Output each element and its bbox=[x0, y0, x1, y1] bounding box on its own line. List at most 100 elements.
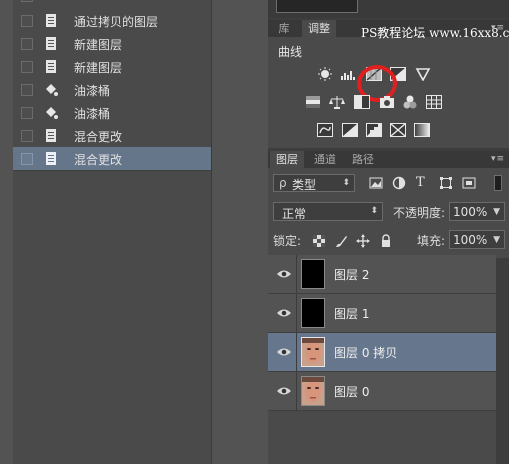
history-item-label: 通过拷贝的图层 bbox=[74, 15, 159, 29]
navigator-thumbnail[interactable] bbox=[276, 0, 358, 13]
divider bbox=[296, 255, 297, 293]
tab-channels[interactable]: 通道 bbox=[308, 151, 342, 168]
layer-row-selected[interactable]: 图层 0 拷贝 bbox=[268, 333, 496, 372]
history-snapshot-checkbox[interactable] bbox=[21, 84, 33, 96]
right-dock: 库 调整 PS教程论坛 www.16xx8.com ▾≡ 曲线 bbox=[268, 0, 509, 464]
search-icon: ρ bbox=[279, 176, 287, 190]
invert-icon[interactable] bbox=[317, 123, 333, 137]
layer-name: 图层 0 bbox=[334, 385, 370, 399]
layer-row[interactable]: 图层 0 bbox=[268, 372, 496, 411]
history-snapshot-checkbox[interactable] bbox=[21, 107, 33, 119]
gradient-map-icon[interactable] bbox=[414, 123, 430, 137]
lock-transparent-pixels-icon[interactable] bbox=[312, 234, 326, 248]
posterize-icon[interactable] bbox=[342, 123, 358, 137]
filter-toggle-switch[interactable] bbox=[494, 175, 502, 191]
history-snapshot-checkbox[interactable] bbox=[21, 130, 33, 142]
left-gutter bbox=[0, 0, 13, 464]
history-item[interactable]: 新建图层 bbox=[13, 55, 211, 79]
shape-filter-icon[interactable] bbox=[439, 176, 453, 190]
adjustment-filter-icon[interactable] bbox=[392, 176, 406, 190]
color-lookup-icon[interactable] bbox=[426, 95, 442, 109]
opacity-value: 100% bbox=[453, 205, 488, 219]
history-item[interactable]: 通过拷贝的图层 bbox=[13, 9, 211, 33]
layers-panel: 图层 通道 路径 ▾≡ ρ 类型 ⬍ T 正常 ⬍ 不透明度: 100% ▼ 锁… bbox=[268, 151, 509, 464]
history-item-label: 油漆桶 bbox=[74, 84, 111, 98]
watermark-text: PS教程论坛 www.16xx8.com bbox=[361, 26, 509, 40]
photo-filter-icon[interactable] bbox=[379, 95, 395, 109]
levels-icon[interactable] bbox=[340, 67, 356, 81]
fill-label: 填充: bbox=[417, 234, 446, 248]
layer-thumbnail bbox=[301, 259, 325, 289]
paint-bucket-icon bbox=[44, 82, 58, 97]
chevron-updown-icon: ⬍ bbox=[370, 206, 378, 216]
blend-mode-value: 正常 bbox=[282, 207, 307, 221]
chevron-down-icon: ▼ bbox=[493, 235, 500, 245]
adjustments-tabbar: 库 调整 PS教程论坛 www.16xx8.com ▾≡ bbox=[268, 20, 509, 40]
hue-saturation-icon[interactable] bbox=[305, 95, 321, 109]
history-snapshot-checkbox[interactable] bbox=[21, 38, 33, 50]
workspace-gap bbox=[212, 0, 268, 464]
tab-layers[interactable]: 图层 bbox=[270, 151, 304, 168]
divider bbox=[296, 372, 297, 410]
history-item[interactable]: 油漆桶 bbox=[13, 101, 211, 125]
history-item-label: 混合更改 bbox=[74, 153, 123, 167]
eye-icon[interactable] bbox=[276, 268, 292, 280]
layer-name: 图层 2 bbox=[334, 268, 370, 282]
pixel-filter-icon[interactable] bbox=[369, 176, 383, 190]
history-snapshot-checkbox[interactable] bbox=[21, 0, 33, 2]
eye-icon[interactable] bbox=[276, 385, 292, 397]
layer-thumbnail-face bbox=[301, 337, 325, 367]
layer-filter-select[interactable]: ρ 类型 ⬍ bbox=[273, 174, 355, 192]
history-item-label: 混合更改 bbox=[74, 130, 123, 144]
eye-icon[interactable] bbox=[276, 346, 292, 358]
history-snapshot-checkbox[interactable] bbox=[21, 153, 33, 165]
history-item-selected[interactable]: 混合更改 bbox=[13, 147, 211, 171]
document-icon bbox=[44, 59, 58, 74]
brightness-contrast-icon[interactable] bbox=[317, 67, 333, 81]
eye-icon[interactable] bbox=[276, 307, 292, 319]
history-snapshot-checkbox[interactable] bbox=[21, 15, 33, 27]
fill-field[interactable]: 100% ▼ bbox=[449, 230, 505, 249]
history-panel: 通过拷贝的图层 新建图层 新建图层 油漆桶 油漆桶 混合更改 混合更改 bbox=[13, 0, 212, 464]
color-balance-icon[interactable] bbox=[329, 95, 345, 109]
document-icon bbox=[44, 151, 58, 166]
adjustments-panel: 库 调整 PS教程论坛 www.16xx8.com ▾≡ 曲线 bbox=[268, 20, 509, 148]
divider bbox=[296, 333, 297, 371]
history-item[interactable]: 新建图层 bbox=[13, 32, 211, 56]
type-filter-icon[interactable]: T bbox=[416, 175, 430, 190]
lock-image-pixels-icon[interactable] bbox=[334, 234, 348, 248]
history-snapshot-checkbox[interactable] bbox=[21, 61, 33, 73]
panel-menu-icon[interactable]: ▾≡ bbox=[491, 154, 505, 164]
tab-adjustments[interactable]: 调整 bbox=[302, 20, 336, 37]
tab-paths[interactable]: 路径 bbox=[346, 151, 380, 168]
layer-row[interactable]: 图层 2 bbox=[268, 255, 496, 294]
layers-scrollbar[interactable] bbox=[496, 258, 509, 464]
paint-bucket-icon bbox=[44, 105, 58, 120]
lock-all-icon[interactable] bbox=[379, 234, 393, 248]
tab-library[interactable]: 库 bbox=[270, 20, 298, 37]
layers-tabbar: 图层 通道 路径 ▾≡ bbox=[268, 151, 509, 168]
black-white-icon[interactable] bbox=[354, 95, 370, 109]
smart-object-filter-icon[interactable] bbox=[462, 176, 476, 190]
layer-thumbnail-face bbox=[301, 376, 325, 406]
layer-name: 图层 0 拷贝 bbox=[334, 346, 398, 360]
blend-mode-select[interactable]: 正常 ⬍ bbox=[273, 202, 383, 221]
panel-menu-icon[interactable]: ▾≡ bbox=[491, 23, 505, 33]
history-item[interactable]: 油漆桶 bbox=[13, 78, 211, 102]
opacity-label: 不透明度: bbox=[393, 206, 446, 220]
layer-row[interactable]: 图层 1 bbox=[268, 294, 496, 333]
lock-position-icon[interactable] bbox=[356, 234, 370, 248]
channel-mixer-icon[interactable] bbox=[402, 95, 418, 109]
document-icon bbox=[44, 128, 58, 143]
chevron-down-icon: ▼ bbox=[493, 207, 500, 217]
selective-color-icon[interactable] bbox=[390, 123, 406, 137]
layer-thumbnail bbox=[301, 298, 325, 328]
layer-filter-value: 类型 bbox=[292, 178, 317, 192]
vibrance-icon[interactable] bbox=[415, 67, 431, 82]
history-item-label: 新建图层 bbox=[74, 38, 123, 52]
opacity-field[interactable]: 100% ▼ bbox=[449, 202, 505, 221]
divider bbox=[296, 294, 297, 332]
threshold-icon[interactable] bbox=[366, 123, 382, 137]
history-item[interactable]: 混合更改 bbox=[13, 124, 211, 148]
document-icon bbox=[44, 13, 58, 28]
